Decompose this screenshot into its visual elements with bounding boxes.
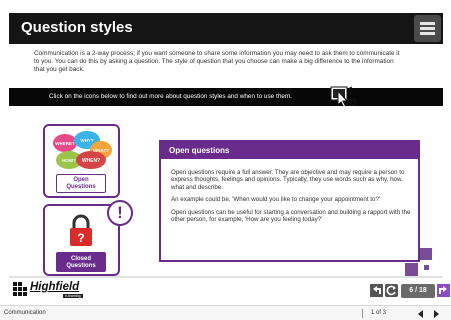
- padlock-icon: ?: [70, 214, 92, 246]
- section-name: Communication: [4, 310, 46, 316]
- panel-paragraph: Open questions can be useful for startin…: [171, 208, 411, 224]
- status-bar: Communication 1 of 3: [0, 305, 451, 320]
- closed-questions-label-line1: Closed: [70, 256, 91, 262]
- hamburger-menu-icon: [420, 22, 435, 25]
- open-questions-panel: Open questions Open questions require a …: [159, 140, 420, 262]
- bubble-word: WHY?: [80, 138, 93, 143]
- bubble-word: WHAT?: [93, 148, 109, 153]
- logo-tagline: e-learning: [63, 294, 83, 298]
- open-questions-label-line2: Questions: [66, 184, 96, 190]
- page-indicator: 1 of 3: [371, 310, 387, 316]
- divider: [9, 276, 443, 278]
- page-title: Question styles: [21, 19, 133, 36]
- open-questions-card[interactable]: WHERE? WHY? WHAT? HOW? WHEN? Open Questi…: [43, 124, 120, 198]
- decorative-square: [424, 265, 429, 270]
- decorative-square: [405, 263, 418, 276]
- panel-body: Open questions require a full answer. Th…: [171, 169, 411, 228]
- speech-bubbles-icon: WHERE? WHY? WHAT? HOW? WHEN?: [53, 131, 112, 169]
- highfield-logo: Highfield e-learning: [13, 281, 93, 301]
- back-arrow-icon[interactable]: [370, 284, 383, 297]
- panel-title: Open questions: [161, 142, 418, 159]
- next-arrow-icon[interactable]: [437, 284, 450, 297]
- svg-text:?: ?: [77, 231, 84, 245]
- decorative-square: [420, 248, 432, 260]
- closed-questions-label-line2: Questions: [66, 263, 96, 269]
- title-bar: Question styles: [9, 13, 443, 44]
- instruction-text: Click on the icons below to find out mor…: [49, 93, 292, 100]
- intro-text: Communication is a 2-way process; if you…: [34, 50, 400, 73]
- open-questions-label-line1: Open: [73, 177, 89, 183]
- refresh-icon[interactable]: [385, 284, 398, 297]
- divider: [362, 309, 363, 318]
- menu-button[interactable]: [414, 15, 441, 42]
- bubble-word: HOW?: [62, 158, 76, 163]
- exclamation-icon: !: [107, 200, 133, 226]
- panel-paragraph: Open questions require a full answer. Th…: [171, 169, 405, 191]
- course-frame: Question styles Communication is a 2-way…: [0, 0, 451, 320]
- closed-questions-button[interactable]: Closed Questions: [56, 252, 106, 272]
- previous-page-icon[interactable]: [418, 310, 423, 318]
- bubble-word: WHERE?: [55, 141, 75, 146]
- bubble-word: WHEN?: [82, 158, 100, 164]
- instruction-bar: Click on the icons below to find out mor…: [9, 88, 443, 106]
- next-page-icon[interactable]: [434, 310, 439, 318]
- panel-paragraph: An example could be, 'When would you lik…: [171, 196, 381, 204]
- logo-mark-icon: [13, 282, 27, 296]
- logo-name: Highfield: [30, 281, 80, 293]
- page-counter: 6 / 18: [401, 284, 435, 298]
- open-questions-button[interactable]: Open Questions: [56, 174, 106, 193]
